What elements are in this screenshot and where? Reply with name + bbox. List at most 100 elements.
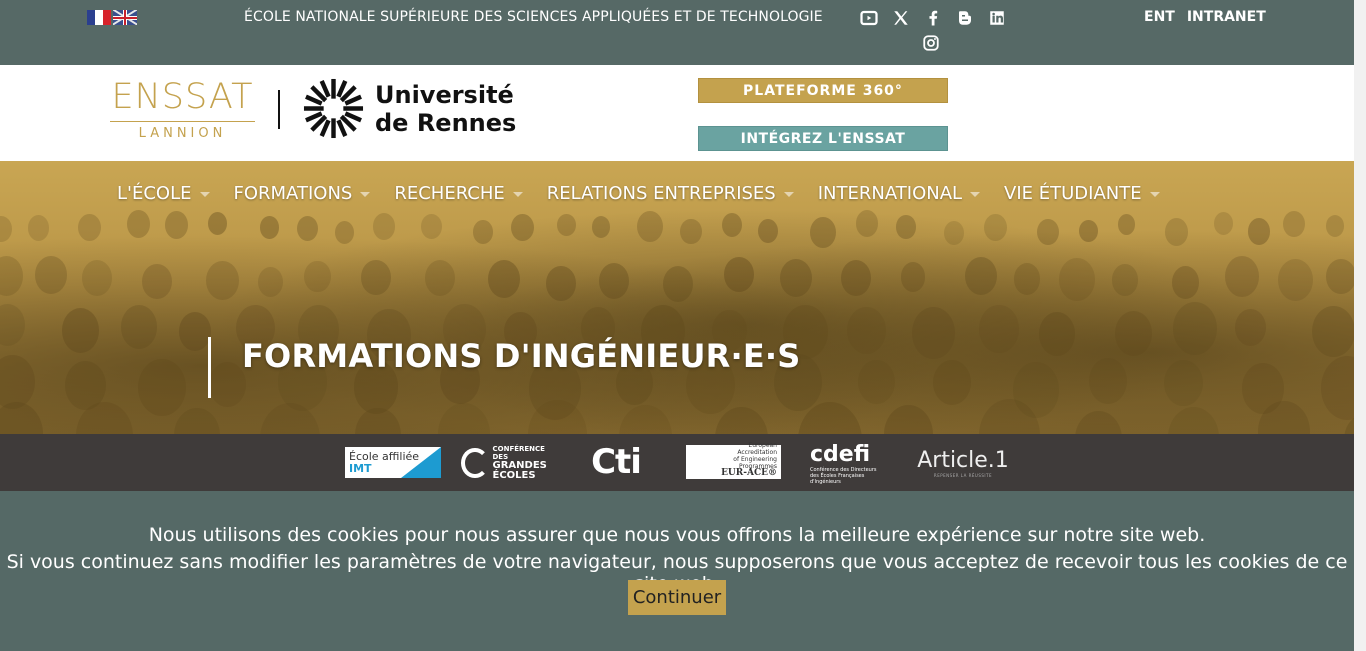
hero-photo-figure <box>1171 266 1200 300</box>
hero-photo-figure <box>715 406 768 434</box>
hero-photo-figure <box>1247 218 1270 245</box>
nav-item-vie-etudiante[interactable]: VIE ÉTUDIANTE <box>1004 183 1160 204</box>
universite-rennes-logo[interactable]: Université de Rennes <box>302 77 516 140</box>
hero-photo-figure <box>883 405 934 434</box>
facebook-icon[interactable] <box>922 7 944 29</box>
page-title: FORMATIONS D'INGÉNIEUR·E·S <box>242 337 801 375</box>
blogger-icon[interactable] <box>954 7 976 29</box>
hero-photo-figure <box>472 219 493 244</box>
hero-photo-figure <box>855 210 879 237</box>
hero-photo-figure <box>979 305 1020 353</box>
hero-photo-figure <box>0 255 24 296</box>
fr-flag-icon[interactable] <box>87 10 111 25</box>
imt-logo[interactable]: École affiliée IMT <box>345 447 441 478</box>
hero-photo-figure <box>599 263 630 299</box>
hero-photo-figure <box>78 213 102 242</box>
hero-photo-figure <box>757 218 778 243</box>
hero-photo-figure <box>943 220 964 245</box>
caret-down-icon <box>512 192 523 197</box>
hero-photo-figure <box>1075 410 1123 434</box>
hero-photo-figure <box>722 213 743 238</box>
hero-photo-figure <box>209 362 247 407</box>
eur-ace-logo[interactable]: European Accreditation of Engineering Pr… <box>686 442 781 479</box>
hero-photo-figure <box>510 213 534 242</box>
partners-band: École affiliée IMT CONFÉRENCE DES GRANDES… <box>0 434 1354 491</box>
hero-photo-figure <box>1168 406 1219 434</box>
cge-logo[interactable]: CONFÉRENCE DES GRANDES ÉCOLES <box>461 445 555 480</box>
hero-photo-figure <box>1326 215 1345 238</box>
hero-photo-figure <box>164 210 189 240</box>
hero-photo-figure <box>965 256 998 295</box>
hero-photo-figure <box>127 210 151 239</box>
cookie-continue-button[interactable]: Continuer <box>628 580 726 615</box>
caret-down-icon <box>360 192 371 197</box>
nav-item-ecole[interactable]: L'ÉCOLE <box>117 183 210 204</box>
hero-photo-figure <box>680 218 702 245</box>
hero-photo-figure <box>1277 259 1313 301</box>
hero-photo-figure <box>1088 358 1128 405</box>
top-links: ENT INTRANET <box>1144 9 1266 25</box>
hero-photo-figure <box>724 257 754 293</box>
hero-photo-figure <box>205 261 239 301</box>
hero-photo-figure <box>1164 359 1204 407</box>
hero-photo-figure <box>556 213 576 237</box>
logo-divider <box>278 90 280 129</box>
hero-photo-figure <box>259 216 279 239</box>
cti-logo[interactable]: Cti <box>588 442 644 482</box>
hero-photo-figure <box>207 211 227 235</box>
page-scrollbar[interactable] <box>1354 0 1366 651</box>
hero-photo-figure <box>35 256 67 294</box>
hero-photo-figure <box>1013 263 1041 295</box>
hero-photo-figure <box>591 216 610 238</box>
x-icon[interactable] <box>890 7 912 29</box>
hero-photo-figure <box>61 307 100 353</box>
hero-photo-figure <box>361 260 391 296</box>
integrez-enssat-button[interactable]: INTÉGREZ L'ENSSAT <box>698 126 948 151</box>
ent-link[interactable]: ENT <box>1144 9 1175 25</box>
hero-photo-figure <box>618 405 672 434</box>
hero-photo-figure <box>82 260 112 296</box>
hero-title-accent <box>208 337 211 398</box>
linkedin-icon[interactable] <box>986 7 1008 29</box>
hero-photo-figure <box>1039 312 1076 356</box>
hero-photo-figure <box>1311 305 1354 358</box>
nav-item-international[interactable]: INTERNATIONAL <box>818 183 981 204</box>
nav-item-formations[interactable]: FORMATIONS <box>234 183 371 204</box>
hero-photo-figure <box>1235 308 1267 347</box>
intranet-link[interactable]: INTRANET <box>1187 9 1266 25</box>
enssat-logo-name: ENSSAT <box>111 77 254 117</box>
hero-photo-figure <box>1326 258 1354 295</box>
plateforme-360-button[interactable]: PLATEFORME 360° <box>698 78 948 103</box>
caret-down-icon <box>1149 192 1160 197</box>
hero-photo-figure <box>178 312 211 351</box>
universite-rennes-emblem-icon <box>303 78 364 139</box>
hero-photo-figure <box>780 259 813 298</box>
hero-photo-figure <box>120 304 158 349</box>
caret-down-icon <box>783 192 794 197</box>
hero-photo-figure <box>841 260 872 297</box>
hero-photo-figure <box>1059 258 1095 301</box>
cookie-banner: Nous utilisons des cookies pour nous ass… <box>0 491 1354 651</box>
hero-photo-figure <box>933 359 971 406</box>
hero-photo-figure <box>1283 210 1306 237</box>
uk-flag-icon[interactable] <box>113 10 137 25</box>
hero-photo-figure <box>1117 213 1136 235</box>
main-nav: L'ÉCOLE FORMATIONS RECHERCHE RELATIONS E… <box>117 183 1184 204</box>
hero-photo-figure <box>911 306 955 359</box>
enssat-logo[interactable]: ENSSAT LANNION <box>110 79 255 141</box>
youtube-icon[interactable] <box>858 7 880 29</box>
article1-logo[interactable]: Article.1 REPENSER LA RÉUSSITE <box>917 446 1009 480</box>
hero-photo-figure <box>174 408 220 434</box>
hero-photo-figure <box>1036 218 1059 245</box>
nav-item-relations-entreprises[interactable]: RELATIONS ENTREPRISES <box>547 183 794 204</box>
hero-photo-figure <box>424 260 455 297</box>
hero-photo-figure <box>1214 211 1234 235</box>
hero-photo-figure <box>296 215 318 242</box>
hero-banner: L'ÉCOLE FORMATIONS RECHERCHE RELATIONS E… <box>0 161 1354 434</box>
hero-photo-figure <box>487 260 520 299</box>
cdefi-logo[interactable]: cdefi Conférence des Directeurs des Écol… <box>810 441 884 487</box>
hero-photo-figure <box>304 260 331 293</box>
nav-item-recherche[interactable]: RECHERCHE <box>394 183 523 204</box>
hero-photo-figure <box>810 216 836 248</box>
instagram-icon[interactable] <box>920 32 942 54</box>
